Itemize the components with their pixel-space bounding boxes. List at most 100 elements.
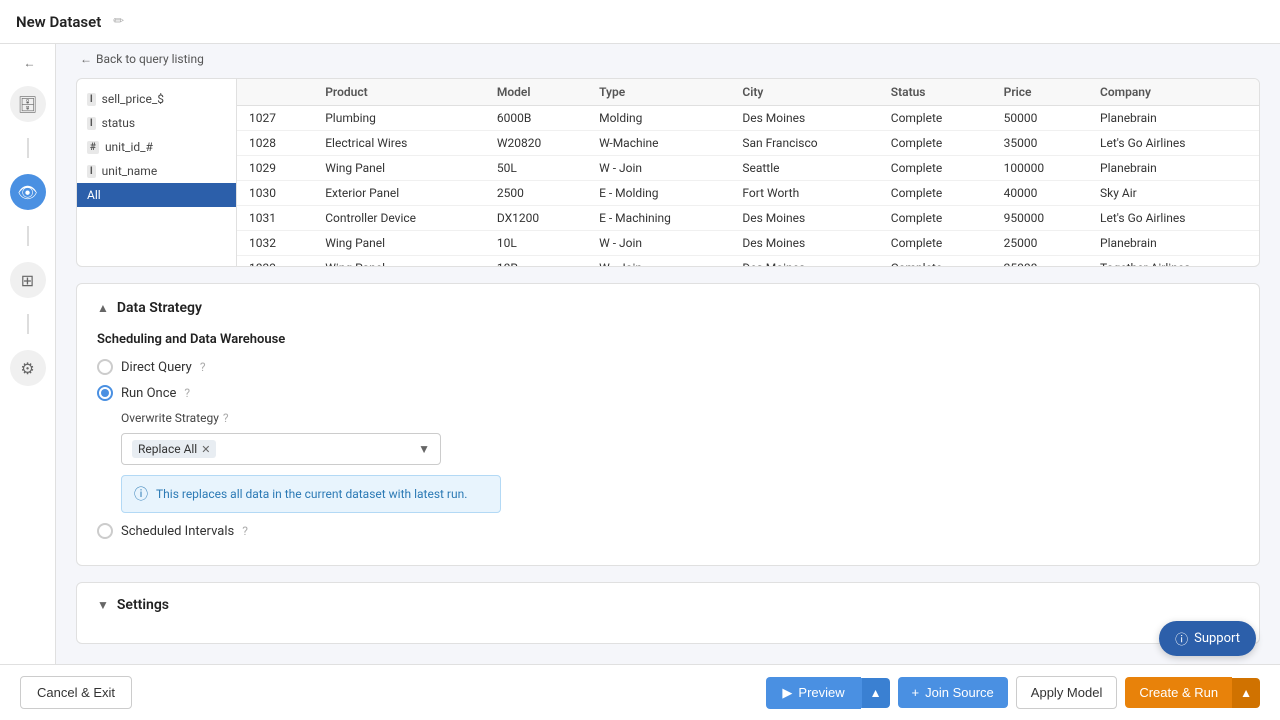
- cell-company: Planebrain: [1088, 156, 1259, 181]
- column-label-unit_id: unit_id_#: [105, 140, 153, 154]
- cell-company: Sky Air: [1088, 181, 1259, 206]
- col-type-icon-status: l: [87, 117, 96, 130]
- sidebar-connector-1: [27, 138, 29, 158]
- cell-price: 950000: [992, 206, 1088, 231]
- radio-scheduled-intervals[interactable]: Scheduled Intervals ?: [97, 523, 1239, 539]
- cell-status: Complete: [879, 231, 992, 256]
- data-strategy-chevron: ▲: [97, 301, 109, 315]
- support-button[interactable]: ⓘ Support: [1159, 621, 1256, 656]
- table-row: 1033 Wing Panel 10R W - Join Des Moines …: [237, 256, 1259, 267]
- create-run-dropdown-button[interactable]: ▲: [1232, 678, 1260, 708]
- cell-model: DX1200: [485, 206, 587, 231]
- cell-price: 40000: [992, 181, 1088, 206]
- radio-run-once-circle[interactable]: [97, 385, 113, 401]
- radio-scheduled-circle[interactable]: [97, 523, 113, 539]
- cell-product: Wing Panel: [313, 256, 485, 267]
- cell-model: 10R: [485, 256, 587, 267]
- overwrite-help-icon[interactable]: ?: [223, 411, 229, 425]
- cell-status: Complete: [879, 181, 992, 206]
- column-item-unit_name[interactable]: l unit_name: [77, 159, 236, 183]
- sidebar: ← Back to query listing 🗄 👁 ⊞ ⚙: [0, 44, 56, 664]
- cell-model: 2500: [485, 181, 587, 206]
- header: New Dataset ✏: [0, 0, 1280, 44]
- create-run-button[interactable]: Create & Run: [1125, 677, 1232, 708]
- footer: Cancel & Exit ▶ Preview ▲ + Join Source …: [0, 664, 1280, 720]
- data-strategy-header[interactable]: ▲ Data Strategy: [97, 300, 1239, 316]
- scheduled-help-icon[interactable]: ?: [242, 524, 248, 538]
- cell-product: Exterior Panel: [313, 181, 485, 206]
- cell-price: 25000: [992, 256, 1088, 267]
- cell-type: W - Join: [587, 156, 730, 181]
- cell-model: W20820: [485, 131, 587, 156]
- cell-product: Plumbing: [313, 106, 485, 131]
- table-wrap: Product Model Type City Status Price Com…: [237, 79, 1259, 266]
- preview-button[interactable]: ▶ Preview: [766, 677, 860, 709]
- col-type-icon-unit_name: l: [87, 165, 96, 178]
- preview-dropdown-button[interactable]: ▲: [861, 678, 890, 708]
- info-text: This replaces all data in the current da…: [156, 487, 467, 501]
- cell-id: 1029: [237, 156, 313, 181]
- apply-model-button[interactable]: Apply Model: [1016, 676, 1118, 709]
- dropdown-tag-replace-all: Replace All ✕: [132, 440, 216, 458]
- col-type-icon-sell_price: l: [87, 93, 96, 106]
- settings-header[interactable]: ▼ Settings: [97, 597, 1239, 613]
- overwrite-dropdown[interactable]: Replace All ✕ ▼: [121, 433, 441, 465]
- column-label-all: All: [87, 188, 101, 202]
- cell-id: 1027: [237, 106, 313, 131]
- info-circle-icon: ⓘ: [134, 484, 148, 504]
- page-title: New Dataset: [16, 13, 101, 31]
- main-layout: ← Back to query listing 🗄 👁 ⊞ ⚙ ← Back t…: [0, 44, 1280, 664]
- back-to-query-link[interactable]: ← Back to query listing: [24, 56, 36, 70]
- radio-scheduled-label: Scheduled Intervals: [121, 524, 234, 539]
- radio-run-once[interactable]: Run Once ?: [97, 385, 1239, 401]
- settings-section: ▼ Settings: [76, 582, 1260, 644]
- join-source-button[interactable]: + Join Source: [898, 677, 1008, 708]
- cell-city: Des Moines: [730, 206, 878, 231]
- cell-id: 1030: [237, 181, 313, 206]
- footer-left: Cancel & Exit: [20, 676, 132, 709]
- run-once-help-icon[interactable]: ?: [184, 386, 190, 400]
- data-section: l sell_price_$ l status # unit_id_# l un…: [76, 78, 1260, 267]
- radio-direct-query-circle[interactable]: [97, 359, 113, 375]
- cell-city: Des Moines: [730, 231, 878, 256]
- plus-icon: +: [912, 685, 920, 700]
- sidebar-icon-layers[interactable]: ⊞: [10, 262, 46, 298]
- cell-status: Complete: [879, 131, 992, 156]
- cell-company: Planebrain: [1088, 231, 1259, 256]
- cell-id: 1031: [237, 206, 313, 231]
- edit-icon[interactable]: ✏: [113, 14, 124, 29]
- dropdown-tag-remove[interactable]: ✕: [201, 443, 210, 456]
- settings-title: Settings: [117, 597, 169, 613]
- radio-direct-query[interactable]: Direct Query ?: [97, 359, 1239, 375]
- dropdown-arrow-icon: ▼: [418, 442, 430, 456]
- cell-product: Wing Panel: [313, 231, 485, 256]
- column-label-status: status: [102, 116, 135, 130]
- cell-type: E - Molding: [587, 181, 730, 206]
- sidebar-icon-database[interactable]: 🗄: [10, 86, 46, 122]
- sidebar-icon-eye[interactable]: 👁: [10, 174, 46, 210]
- info-box: ⓘ This replaces all data in the current …: [121, 475, 501, 513]
- table-row: 1028 Electrical Wires W20820 W-Machine S…: [237, 131, 1259, 156]
- direct-query-help-icon[interactable]: ?: [200, 360, 206, 374]
- cell-id: 1032: [237, 231, 313, 256]
- sidebar-icon-gear[interactable]: ⚙: [10, 350, 46, 386]
- radio-run-once-label: Run Once: [121, 386, 176, 401]
- column-item-unit_id[interactable]: # unit_id_#: [77, 135, 236, 159]
- table-row: 1027 Plumbing 6000B Molding Des Moines C…: [237, 106, 1259, 131]
- cancel-exit-button[interactable]: Cancel & Exit: [20, 676, 132, 709]
- cell-product: Electrical Wires: [313, 131, 485, 156]
- column-item-sell_price[interactable]: l sell_price_$: [77, 87, 236, 111]
- th-status: Status: [879, 79, 992, 106]
- th-company: Company: [1088, 79, 1259, 106]
- back-link-text[interactable]: ← Back to query listing: [80, 52, 1260, 66]
- column-item-status[interactable]: l status: [77, 111, 236, 135]
- dropdown-tag-label: Replace All: [138, 442, 197, 456]
- cell-company: Let's Go Airlines: [1088, 206, 1259, 231]
- table-row: 1029 Wing Panel 50L W - Join Seattle Com…: [237, 156, 1259, 181]
- cell-city: Des Moines: [730, 256, 878, 267]
- column-item-all[interactable]: All: [77, 183, 236, 207]
- cell-status: Complete: [879, 106, 992, 131]
- table-row: 1032 Wing Panel 10L W - Join Des Moines …: [237, 231, 1259, 256]
- content-area: ← Back to query listing l sell_price_$ l…: [56, 44, 1280, 664]
- cell-price: 35000: [992, 131, 1088, 156]
